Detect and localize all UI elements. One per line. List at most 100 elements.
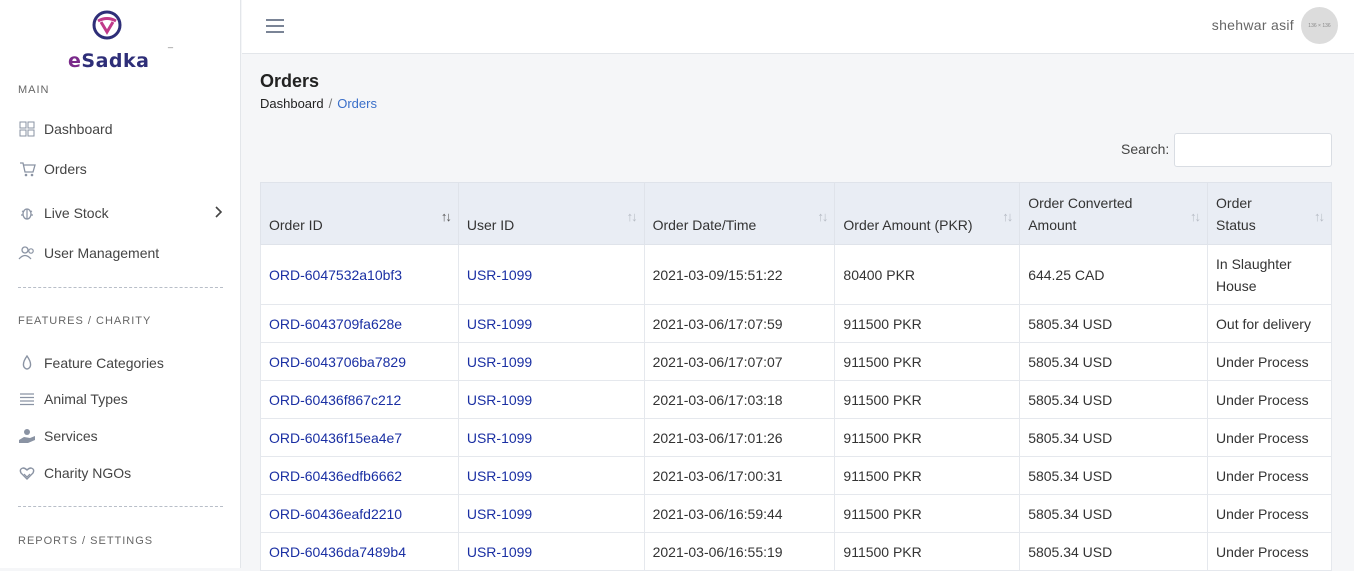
sidebar: eSadka _ MAIN Dashboard Orders Live Stoc…	[0, 0, 241, 568]
sort-icon: ↑↓	[626, 209, 638, 224]
section-label-main: MAIN	[18, 84, 50, 96]
converted-amount-cell: 5805.34 USD	[1019, 380, 1209, 419]
order-amount-cell: 80400 PKR	[834, 244, 1021, 305]
sidebar-item-label: User Management	[44, 245, 160, 261]
order-amount-cell: 911500 PKR	[834, 456, 1021, 495]
column-header-order-date-time[interactable]: Order Date/Time ↑↓	[643, 182, 836, 245]
order-amount-cell: 911500 PKR	[834, 494, 1021, 533]
order-id-link[interactable]: ORD-6043709fa628e	[260, 304, 459, 343]
order-amount-cell: 911500 PKR	[834, 380, 1021, 419]
logo-underscore: _	[168, 38, 174, 48]
table-row: ORD-60436f15ea4e7 USR-1099 2021-03-06/17…	[260, 418, 1332, 457]
esadka-logo[interactable]: eSadka _	[66, 8, 186, 74]
search-input[interactable]	[1174, 133, 1332, 167]
sidebar-item-services[interactable]: Services	[18, 425, 228, 447]
hamburger-menu-icon[interactable]	[264, 15, 286, 37]
order-status-cell: Under Process	[1207, 456, 1332, 495]
user-id-link[interactable]: USR-1099	[457, 418, 645, 457]
sidebar-divider	[18, 506, 223, 507]
order-id-link[interactable]: ORD-60436eafd2210	[260, 494, 459, 533]
order-id-link[interactable]: ORD-6047532a10bf3	[260, 244, 459, 305]
sort-icon: ↑↓	[1314, 209, 1325, 224]
logo-text: eSadka	[68, 50, 150, 72]
sidebar-item-live-stock[interactable]: Live Stock	[18, 202, 228, 224]
avatar[interactable]: 136 × 136	[1301, 7, 1338, 44]
order-amount-cell: 911500 PKR	[834, 418, 1021, 457]
table-row: ORD-60436da7489b4 USR-1099 2021-03-06/16…	[260, 532, 1332, 571]
drop-icon	[18, 354, 36, 372]
column-header-converted-amount[interactable]: Order Converted Amount ↑↓	[1019, 182, 1209, 245]
order-date-cell: 2021-03-06/16:59:44	[643, 494, 836, 533]
user-name[interactable]: shehwar asif	[1212, 17, 1294, 33]
order-date-cell: 2021-03-06/17:07:59	[643, 304, 836, 343]
hand-icon	[18, 427, 36, 445]
list-icon	[18, 390, 36, 408]
column-header-user-id[interactable]: User ID ↑↓	[457, 182, 645, 245]
grid-icon	[18, 120, 36, 138]
column-header-order-id[interactable]: Order ID ↑↓	[260, 182, 459, 245]
order-status-cell: In Slaughter House	[1207, 244, 1332, 305]
user-id-link[interactable]: USR-1099	[457, 244, 645, 305]
table-row: ORD-6047532a10bf3 USR-1099 2021-03-09/15…	[260, 244, 1332, 305]
order-id-link[interactable]: ORD-60436da7489b4	[260, 532, 459, 571]
order-date-cell: 2021-03-06/17:07:07	[643, 342, 836, 381]
sidebar-item-animal-types[interactable]: Animal Types	[18, 388, 228, 410]
sort-ascending-icon: ↑↓	[440, 209, 452, 224]
order-status-cell: Under Process	[1207, 380, 1332, 419]
converted-amount-cell: 5805.34 USD	[1019, 456, 1209, 495]
order-id-link[interactable]: ORD-60436f867c212	[260, 380, 459, 419]
section-label-reports: REPORTS / SETTINGS	[18, 535, 154, 547]
sidebar-item-label: Dashboard	[44, 121, 113, 137]
converted-amount-cell: 5805.34 USD	[1019, 494, 1209, 533]
order-status-cell: Under Process	[1207, 418, 1332, 457]
order-date-cell: 2021-03-09/15:51:22	[643, 244, 836, 305]
order-status-cell: Under Process	[1207, 342, 1332, 381]
bug-icon	[18, 204, 36, 222]
sidebar-item-orders[interactable]: Orders	[18, 158, 228, 180]
sidebar-item-label: Charity NGOs	[44, 465, 132, 481]
converted-amount-cell: 5805.34 USD	[1019, 532, 1209, 571]
sidebar-item-label: Feature Categories	[44, 355, 164, 371]
sort-icon: ↑↓	[1002, 209, 1013, 224]
sidebar-divider	[18, 287, 223, 288]
sort-icon: ↑↓	[817, 209, 828, 224]
converted-amount-cell: 5805.34 USD	[1019, 342, 1209, 381]
order-date-cell: 2021-03-06/16:55:19	[643, 532, 836, 571]
breadcrumb-dashboard-link[interactable]: Dashboard	[260, 96, 324, 111]
column-header-order-amount[interactable]: Order Amount (PKR) ↑↓	[834, 182, 1021, 245]
sidebar-item-user-management[interactable]: User Management	[18, 242, 228, 264]
converted-amount-cell: 5805.34 USD	[1019, 418, 1209, 457]
order-id-link[interactable]: ORD-60436f15ea4e7	[260, 418, 459, 457]
sidebar-item-label: Animal Types	[44, 391, 128, 407]
column-header-order-status[interactable]: Order Status ↑↓	[1207, 182, 1332, 245]
sidebar-item-charity-ngos[interactable]: Charity NGOs	[18, 462, 228, 484]
user-id-link[interactable]: USR-1099	[457, 456, 645, 495]
section-label-features: FEATURES / CHARITY	[18, 315, 152, 327]
user-id-link[interactable]: USR-1099	[457, 304, 645, 343]
users-icon	[18, 244, 36, 262]
order-id-link[interactable]: ORD-60436edfb6662	[260, 456, 459, 495]
sidebar-item-label: Orders	[44, 161, 87, 177]
table-row: ORD-60436edfb6662 USR-1099 2021-03-06/17…	[260, 456, 1332, 495]
sort-icon: ↑↓	[1190, 209, 1201, 224]
order-amount-cell: 911500 PKR	[834, 532, 1021, 571]
order-amount-cell: 911500 PKR	[834, 342, 1021, 381]
order-date-cell: 2021-03-06/17:01:26	[643, 418, 836, 457]
table-row: ORD-60436f867c212 USR-1099 2021-03-06/17…	[260, 380, 1332, 419]
user-id-link[interactable]: USR-1099	[457, 494, 645, 533]
order-status-cell: Under Process	[1207, 494, 1332, 533]
order-date-cell: 2021-03-06/17:03:18	[643, 380, 836, 419]
page-title: Orders	[260, 71, 320, 91]
converted-amount-cell: 5805.34 USD	[1019, 304, 1209, 343]
order-id-link[interactable]: ORD-6043706ba7829	[260, 342, 459, 381]
user-id-link[interactable]: USR-1099	[457, 532, 645, 571]
sidebar-item-dashboard[interactable]: Dashboard	[18, 118, 228, 140]
breadcrumb: Dashboard / Orders	[260, 96, 377, 111]
heart-hand-icon	[18, 464, 36, 482]
user-id-link[interactable]: USR-1099	[457, 380, 645, 419]
order-status-cell: Under Process	[1207, 532, 1332, 571]
user-id-link[interactable]: USR-1099	[457, 342, 645, 381]
sidebar-item-feature-categories[interactable]: Feature Categories	[18, 352, 228, 374]
table-row: ORD-60436eafd2210 USR-1099 2021-03-06/16…	[260, 494, 1332, 533]
table-row: ORD-6043706ba7829 USR-1099 2021-03-06/17…	[260, 342, 1332, 381]
